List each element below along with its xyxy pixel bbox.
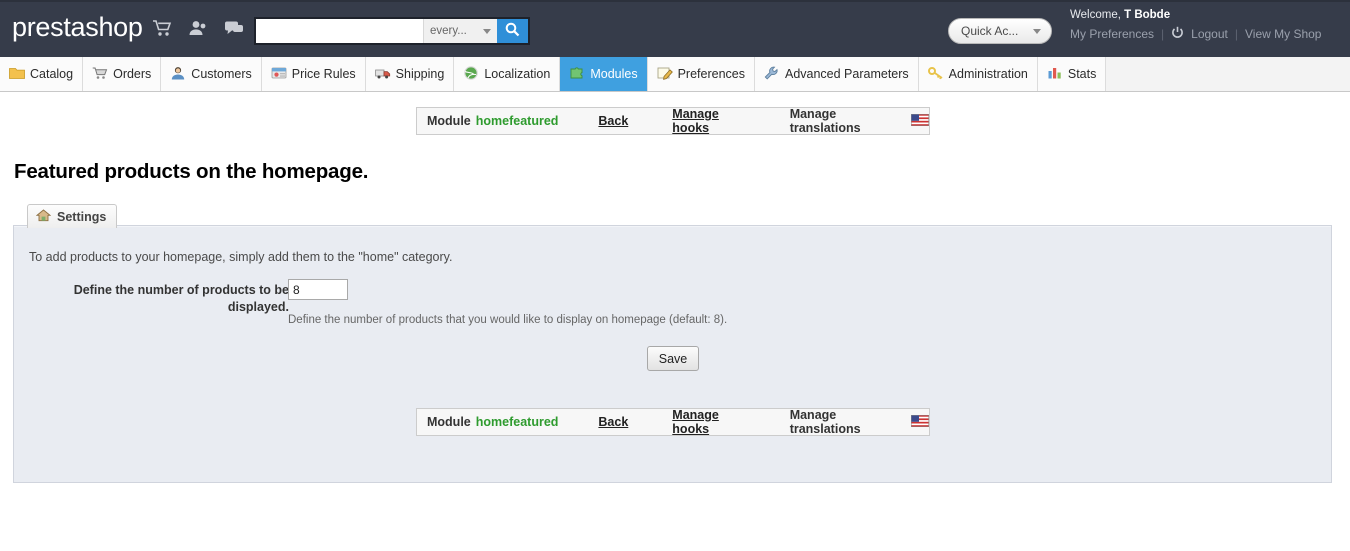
settings-panel-tab[interactable]: Settings — [27, 204, 118, 228]
manage-translations-link[interactable]: Manage translations — [790, 408, 903, 436]
home-icon — [35, 208, 52, 225]
save-button[interactable]: Save — [647, 346, 699, 371]
global-search: every... — [254, 17, 530, 45]
nav-tab-label: Price Rules — [291, 67, 356, 81]
person-icon — [170, 66, 186, 83]
products-count-input[interactable] — [288, 279, 348, 300]
nav-tab-administration[interactable]: Administration — [918, 57, 1038, 91]
nav-tab-label: Preferences — [677, 67, 745, 81]
truck-icon — [374, 66, 391, 83]
page-title: Featured products on the homepage. — [14, 160, 369, 183]
products-count-hint: Define the number of products that you w… — [288, 314, 728, 326]
page-content: Module homefeatured Back Manage hooks Ma… — [0, 92, 1350, 551]
module-label: Module — [427, 415, 471, 429]
link-separator-2: | — [1234, 27, 1238, 41]
pencil-icon — [657, 66, 673, 83]
manage-translations-link[interactable]: Manage translations — [790, 107, 903, 135]
panel-note: To add products to your homepage, simply… — [29, 250, 453, 264]
nav-tab-label: Stats — [1067, 67, 1097, 81]
search-scope-label: every... — [430, 25, 467, 37]
nav-tab-orders[interactable]: Orders — [83, 57, 162, 91]
search-button[interactable] — [496, 19, 528, 43]
customers-icon[interactable] — [188, 19, 208, 42]
us-flag-icon[interactable] — [910, 113, 930, 129]
folder-icon — [9, 66, 25, 83]
module-name: homefeatured — [475, 114, 559, 128]
tag-icon — [271, 66, 287, 83]
settings-panel: To add products to your homepage, simply… — [13, 225, 1332, 483]
manage-hooks-link[interactable]: Manage hooks — [672, 408, 753, 436]
cart-icon — [92, 66, 108, 83]
nav-tab-customers[interactable]: Customers — [161, 57, 262, 91]
welcome-prefix: Welcome, — [1070, 9, 1125, 21]
nav-tab-label: Localization — [484, 67, 551, 81]
back-link[interactable]: Back — [598, 114, 628, 128]
user-links: My Preferences | Logout | View My Shop — [1070, 26, 1321, 42]
welcome-message: Welcome, T Bobde — [1070, 9, 1170, 21]
nav-tab-preferences[interactable]: Preferences — [647, 57, 755, 91]
chevron-down-icon — [1033, 28, 1041, 34]
power-icon[interactable] — [1171, 26, 1184, 42]
nav-tab-modules[interactable]: Modules — [560, 57, 648, 91]
chat-icon[interactable] — [224, 19, 244, 42]
nav-tab-advanced-parameters[interactable]: Advanced Parameters — [754, 57, 919, 91]
main-navigation: Catalog Orders Customers Price Rules Shi… — [0, 57, 1350, 92]
nav-tab-stats[interactable]: Stats — [1037, 57, 1107, 91]
cart-icon[interactable] — [152, 19, 172, 42]
nav-tab-catalog[interactable]: Catalog — [0, 57, 84, 91]
module-toolbar-top: Module homefeatured Back Manage hooks Ma… — [416, 107, 930, 135]
puzzle-icon — [569, 66, 585, 83]
products-count-label: Define the number of products to be disp… — [73, 283, 289, 314]
nav-tab-label: Catalog — [30, 67, 74, 81]
nav-tab-label: Orders — [113, 67, 152, 81]
prestashop-logo[interactable]: prestashop — [12, 12, 143, 43]
module-toolbar-bottom: Module homefeatured Back Manage hooks Ma… — [416, 408, 930, 436]
quick-access-label: Quick Ac... — [961, 24, 1019, 38]
nav-tab-shipping[interactable]: Shipping — [365, 57, 455, 91]
logout-link[interactable]: Logout — [1191, 27, 1228, 41]
quick-access-dropdown[interactable]: Quick Ac... — [948, 18, 1052, 44]
nav-tab-localization[interactable]: Localization — [454, 57, 561, 91]
back-link[interactable]: Back — [598, 415, 628, 429]
view-my-shop-link[interactable]: View My Shop — [1245, 27, 1321, 41]
nav-tab-label: Advanced Parameters — [784, 67, 909, 81]
chevron-down-icon — [482, 28, 491, 34]
link-separator-1: | — [1161, 27, 1165, 41]
header-icon-group — [152, 19, 244, 42]
user-name: T Bobde — [1124, 9, 1171, 21]
search-input[interactable] — [256, 19, 423, 43]
nav-tab-label: Customers — [191, 67, 252, 81]
nav-tab-label: Modules — [590, 67, 638, 81]
top-header: prestashop every... Quick Ac... Welcome,… — [0, 0, 1350, 57]
search-icon — [505, 22, 520, 40]
manage-hooks-link[interactable]: Manage hooks — [672, 107, 753, 135]
module-name: homefeatured — [475, 415, 559, 429]
module-label: Module — [427, 114, 471, 128]
us-flag-icon[interactable] — [910, 414, 930, 430]
my-preferences-link[interactable]: My Preferences — [1070, 27, 1154, 41]
nav-tab-label: Administration — [948, 67, 1028, 81]
wrench-icon — [764, 66, 780, 83]
globe-icon — [463, 65, 479, 83]
barchart-icon — [1047, 66, 1063, 83]
settings-panel-tab-label: Settings — [57, 209, 107, 224]
search-scope-dropdown[interactable]: every... — [423, 19, 497, 43]
nav-tab-price-rules[interactable]: Price Rules — [261, 57, 366, 91]
key-icon — [927, 66, 944, 83]
nav-tab-label: Shipping — [395, 67, 445, 81]
